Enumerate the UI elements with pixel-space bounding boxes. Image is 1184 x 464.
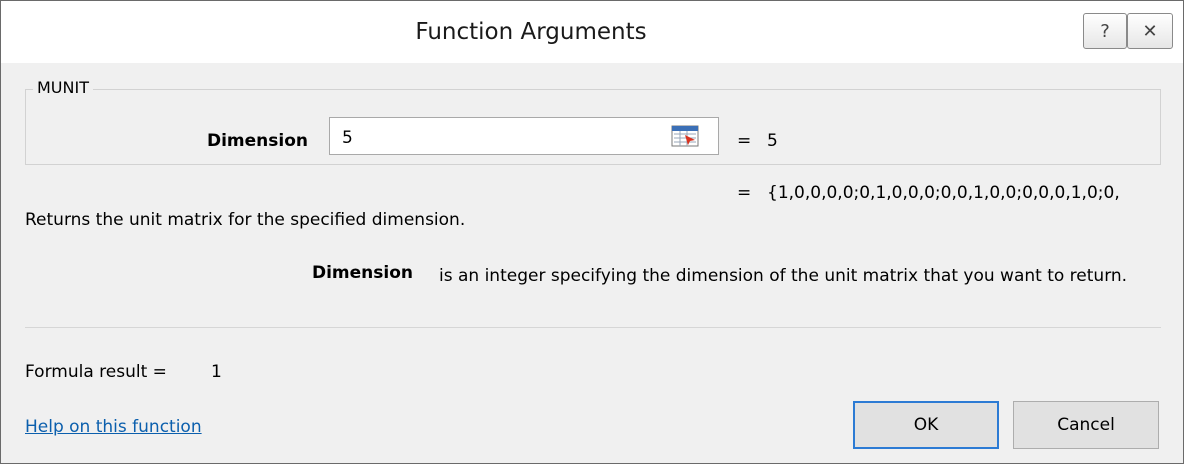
function-name: MUNIT [33, 78, 93, 97]
help-on-function-link[interactable]: Help on this function [25, 417, 202, 437]
result-equals: = [737, 183, 752, 203]
question-mark-icon: ? [1100, 20, 1110, 42]
help-button[interactable]: ? [1083, 13, 1127, 49]
function-arguments-dialog: Function Arguments ? ✕ MUNIT Dimension 5… [0, 0, 1184, 464]
dialog-title: Function Arguments [415, 19, 647, 45]
argument-equals: = [737, 131, 752, 151]
separator [25, 327, 1161, 328]
title-bar: Function Arguments ? ✕ [1, 1, 1183, 63]
dimension-input[interactable]: 5 [329, 117, 719, 155]
argument-evaluated-value: 5 [767, 131, 778, 151]
cancel-button[interactable]: Cancel [1013, 401, 1159, 449]
result-preview: {1,0,0,0,0;0,1,0,0,0;0,0,1,0,0;0,0,0,1,0… [767, 183, 1120, 203]
argument-help-label: Dimension [311, 263, 413, 283]
formula-result-label: Formula result = [25, 362, 167, 382]
close-button[interactable]: ✕ [1127, 13, 1173, 49]
dimension-input-value: 5 [342, 128, 353, 148]
close-icon: ✕ [1142, 20, 1158, 42]
dimension-label: Dimension [206, 131, 308, 151]
argument-help-text: is an integer specifying the dimension o… [439, 266, 1128, 286]
function-description: Returns the unit matrix for the specifie… [25, 210, 466, 230]
ok-button[interactable]: OK [853, 401, 999, 449]
collapse-dialog-icon[interactable] [671, 125, 699, 147]
formula-result-value: 1 [211, 362, 222, 382]
